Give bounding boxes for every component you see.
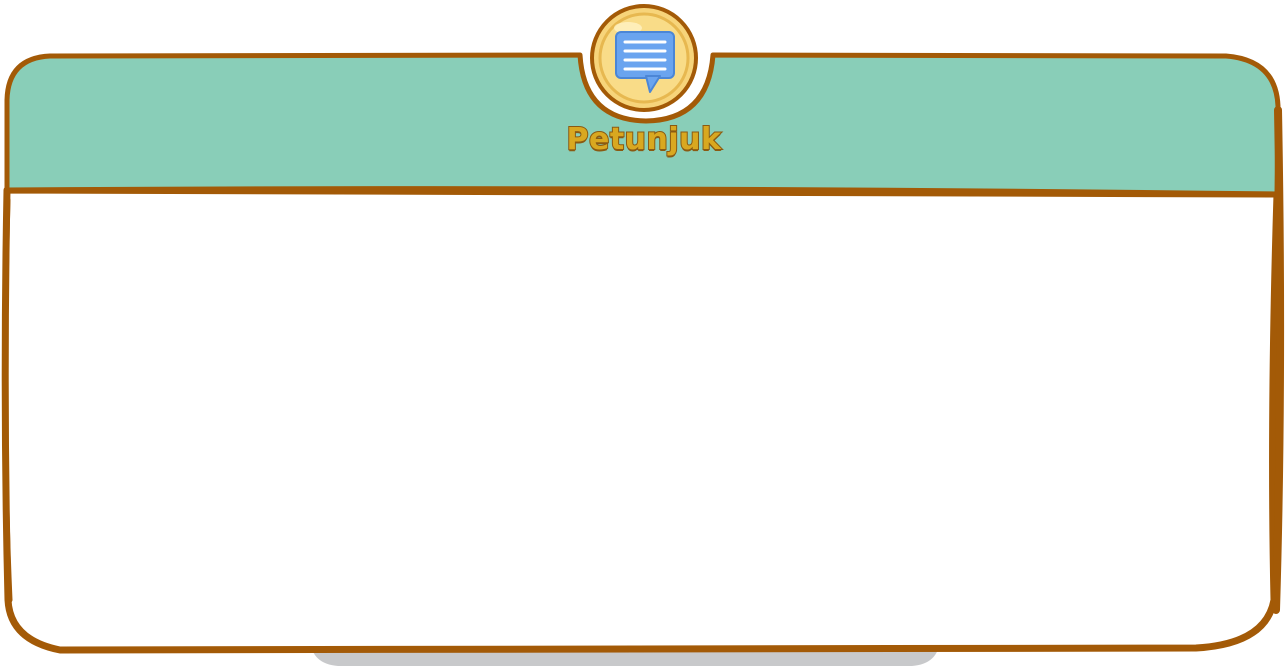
title-badge [590,4,698,112]
instruction-panel: Petunjuk [0,0,1288,668]
panel-body [14,200,1270,640]
panel-title: Petunjuk [566,121,722,158]
